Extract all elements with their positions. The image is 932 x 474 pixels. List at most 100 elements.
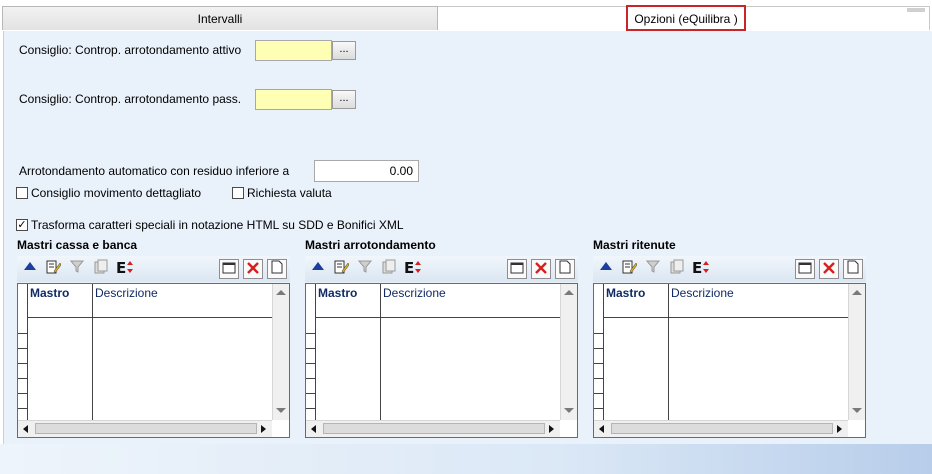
column-divider: [380, 284, 381, 420]
delete-icon[interactable]: [531, 259, 551, 279]
tab-bar: Intervalli Opzioni (eQuilibra ): [0, 0, 932, 32]
new-document-icon[interactable]: [555, 259, 575, 279]
move-up-icon[interactable]: [20, 259, 40, 279]
row-separator: [306, 333, 315, 334]
scroll-left-arrow-icon[interactable]: [23, 425, 28, 433]
row-separator: [306, 348, 315, 349]
window-icon[interactable]: [507, 259, 527, 279]
row-separator: [18, 408, 27, 409]
filter-icon[interactable]: [355, 259, 375, 279]
scroll-left-arrow-icon[interactable]: [599, 425, 604, 433]
delete-icon[interactable]: [243, 259, 263, 279]
row-separator: [306, 378, 315, 379]
grid-toolbar-arrotondamento: E: [305, 256, 578, 282]
column-header-descrizione[interactable]: Descrizione: [668, 284, 848, 318]
scroll-thumb[interactable]: [323, 423, 545, 434]
column-header-descrizione[interactable]: Descrizione: [92, 284, 272, 318]
grid-arrotondamento[interactable]: Mastro Descrizione: [305, 283, 578, 438]
column-divider: [668, 284, 669, 420]
grid-title-ritenute: Mastri ritenute: [593, 238, 676, 252]
scroll-right-arrow-icon[interactable]: [549, 425, 554, 433]
grid-ritenute[interactable]: Mastro Descrizione: [593, 283, 866, 438]
scroll-down-arrow-icon[interactable]: [564, 408, 574, 413]
scroll-thumb[interactable]: [35, 423, 257, 434]
scroll-right-arrow-icon[interactable]: [837, 425, 842, 433]
column-header-mastro[interactable]: Mastro: [27, 284, 92, 318]
contropartita-passivo-label: Consiglio: Controp. arrotondamento pass.: [19, 92, 242, 106]
vertical-scrollbar[interactable]: [848, 284, 865, 420]
scroll-up-arrow-icon[interactable]: [564, 290, 574, 295]
richiesta-valuta-checkbox[interactable]: [232, 187, 244, 199]
column-header-mastro[interactable]: Mastro: [315, 284, 380, 318]
trasforma-label: Trasforma caratteri speciali in notazion…: [31, 218, 404, 232]
row-separator: [594, 378, 603, 379]
move-up-icon[interactable]: [596, 259, 616, 279]
copy-icon[interactable]: [667, 259, 687, 279]
grid-title-arrotondamento: Mastri arrotondamento: [305, 238, 436, 252]
tab-opzioni-equilibra[interactable]: Opzioni (eQuilibra ): [438, 5, 930, 31]
scroll-up-arrow-icon[interactable]: [276, 290, 286, 295]
contropartita-attivo-input[interactable]: [255, 40, 332, 61]
copy-icon[interactable]: [379, 259, 399, 279]
column-header-descrizione[interactable]: Descrizione: [380, 284, 560, 318]
row-separator: [594, 333, 603, 334]
grid-toolbar-cassa-banca: E: [17, 256, 290, 282]
export-sort-icon[interactable]: E: [115, 259, 135, 279]
filter-icon[interactable]: [67, 259, 87, 279]
row-separator: [594, 363, 603, 364]
row-separator: [594, 348, 603, 349]
horizontal-scrollbar[interactable]: [306, 420, 560, 437]
contropartita-passivo-input[interactable]: [255, 89, 332, 110]
scroll-left-arrow-icon[interactable]: [311, 425, 316, 433]
scroll-down-arrow-icon[interactable]: [852, 408, 862, 413]
vertical-scrollbar[interactable]: [560, 284, 577, 420]
export-sort-icon[interactable]: E: [403, 259, 423, 279]
edit-list-icon[interactable]: [619, 259, 639, 279]
move-up-icon[interactable]: [308, 259, 328, 279]
tab-edge-marker: [907, 8, 925, 12]
svg-text:E: E: [692, 259, 702, 275]
window-icon[interactable]: [219, 259, 239, 279]
row-separator: [306, 363, 315, 364]
row-separator: [18, 378, 27, 379]
trasforma-checkbox[interactable]: ✓: [16, 219, 28, 231]
column-header-mastro[interactable]: Mastro: [603, 284, 668, 318]
row-separator: [18, 363, 27, 364]
row-separator: [594, 408, 603, 409]
contropartita-attivo-label: Consiglio: Controp. arrotondamento attiv…: [19, 43, 242, 57]
column-divider: [92, 284, 93, 420]
horizontal-scrollbar[interactable]: [18, 420, 272, 437]
svg-text:E: E: [116, 259, 126, 275]
filter-icon[interactable]: [643, 259, 663, 279]
tab-opzioni-label: Opzioni (eQuilibra ): [626, 5, 746, 31]
richiesta-valuta-label: Richiesta valuta: [247, 186, 332, 200]
row-separator: [18, 333, 27, 334]
scroll-right-arrow-icon[interactable]: [261, 425, 266, 433]
bottom-bar: [0, 444, 932, 474]
new-document-icon[interactable]: [843, 259, 863, 279]
scroll-thumb[interactable]: [611, 423, 833, 434]
movimento-dettagliato-checkbox[interactable]: [16, 187, 28, 199]
grid-title-cassa-banca: Mastri cassa e banca: [17, 238, 138, 252]
delete-icon[interactable]: [819, 259, 839, 279]
export-sort-icon[interactable]: E: [691, 259, 711, 279]
edit-list-icon[interactable]: [331, 259, 351, 279]
grid-cassa-banca[interactable]: Mastro Descrizione: [17, 283, 290, 438]
scroll-down-arrow-icon[interactable]: [276, 408, 286, 413]
row-separator: [306, 393, 315, 394]
arrotondamento-label: Arrotondamento automatico con residuo in…: [19, 164, 290, 178]
scroll-up-arrow-icon[interactable]: [852, 290, 862, 295]
window-icon[interactable]: [795, 259, 815, 279]
row-separator: [18, 393, 27, 394]
contropartita-attivo-lookup-button[interactable]: ...: [332, 41, 356, 60]
edit-list-icon[interactable]: [43, 259, 63, 279]
vertical-scrollbar[interactable]: [272, 284, 289, 420]
tab-intervalli[interactable]: Intervalli: [2, 6, 438, 30]
contropartita-passivo-lookup-button[interactable]: ...: [332, 90, 356, 109]
row-separator: [18, 348, 27, 349]
new-document-icon[interactable]: [267, 259, 287, 279]
arrotondamento-input[interactable]: 0.00: [314, 160, 419, 182]
copy-icon[interactable]: [91, 259, 111, 279]
grid-toolbar-ritenute: E: [593, 256, 866, 282]
horizontal-scrollbar[interactable]: [594, 420, 848, 437]
